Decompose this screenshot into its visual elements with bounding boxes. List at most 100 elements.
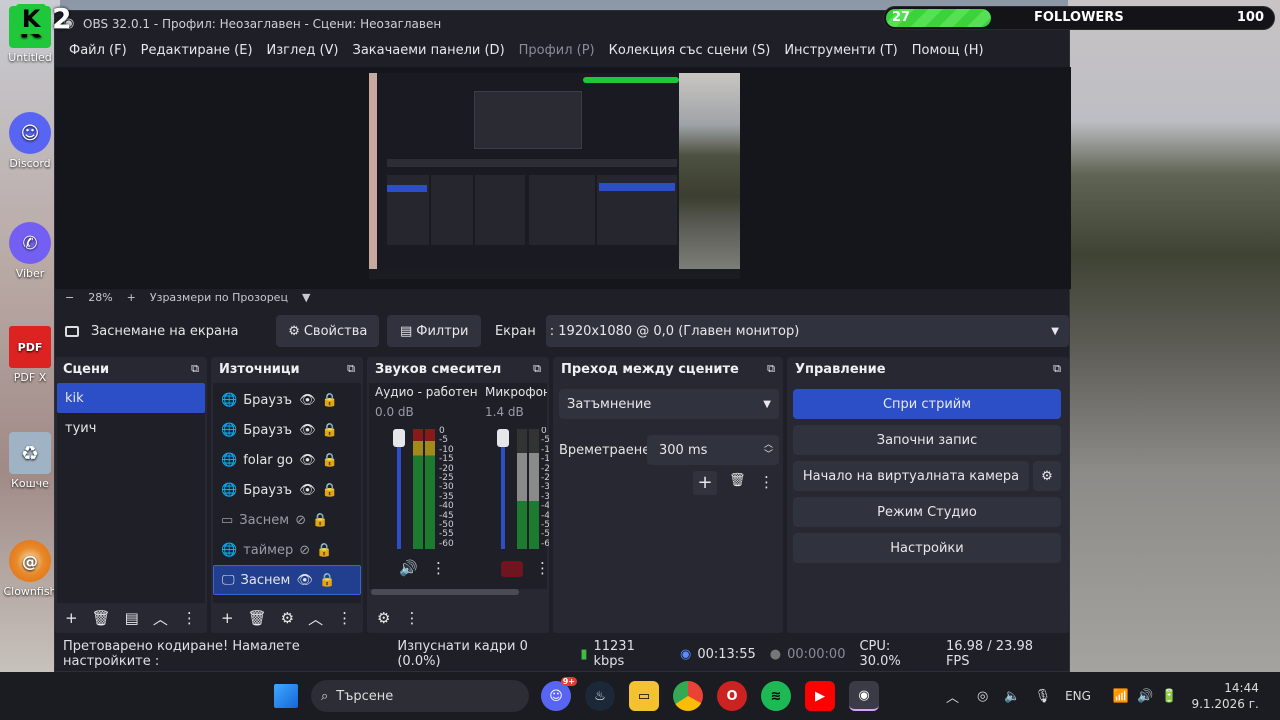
lock-icon[interactable]: 🔒 bbox=[316, 543, 332, 558]
scene-filters-icon[interactable]: ▤ bbox=[125, 609, 139, 627]
transition-select[interactable]: Затъмнение ▼ bbox=[559, 389, 779, 419]
preview-canvas[interactable] bbox=[55, 67, 1071, 289]
desktop-icon-clownfish[interactable]: @ Clownfish bbox=[3, 540, 57, 598]
start-record-button[interactable]: Започни запис bbox=[793, 425, 1061, 455]
advanced-audio-icon[interactable]: ⚙ bbox=[377, 609, 390, 627]
lock-icon[interactable]: 🔒 bbox=[322, 453, 338, 468]
studio-mode-button[interactable]: Режим Студио bbox=[793, 497, 1061, 527]
lock-icon[interactable]: 🔒 bbox=[322, 393, 338, 408]
source-item[interactable]: 🌐 folar go 👁 🔒 bbox=[213, 445, 361, 475]
mixer-scrollbar[interactable] bbox=[371, 589, 519, 595]
eye-icon[interactable]: 👁 bbox=[299, 453, 316, 468]
add-source-button[interactable]: + bbox=[221, 609, 234, 627]
move-up-icon[interactable]: ︿ bbox=[308, 608, 323, 629]
windows-start-icon[interactable] bbox=[274, 684, 298, 708]
add-scene-button[interactable]: + bbox=[65, 609, 78, 627]
slider-handle[interactable] bbox=[393, 429, 405, 447]
language[interactable]: ENG bbox=[1065, 689, 1091, 703]
chrome-icon[interactable] bbox=[673, 681, 703, 711]
slider-handle[interactable] bbox=[497, 429, 509, 447]
eye-icon[interactable]: 👁 bbox=[297, 573, 314, 588]
more-icon[interactable]: ⋮ bbox=[759, 473, 774, 491]
youtube-icon[interactable]: ▶ bbox=[805, 681, 835, 711]
spotify-icon[interactable]: ≋ bbox=[761, 681, 791, 711]
source-item[interactable]: 🌐Браузър👁🔒 bbox=[213, 385, 361, 415]
more-icon[interactable]: ⋮ bbox=[182, 609, 197, 627]
trash-icon[interactable]: 🗑 bbox=[729, 473, 746, 488]
screen-select[interactable]: : 1920x1080 @ 0,0 (Главен монитор) ▼ bbox=[545, 315, 1069, 347]
add-transition-button[interactable]: + bbox=[693, 471, 717, 495]
volume-slider[interactable] bbox=[397, 429, 401, 549]
stop-stream-button[interactable]: Спри стрийм bbox=[793, 389, 1061, 419]
zoom-out-button[interactable]: − bbox=[65, 291, 74, 304]
eye-icon[interactable]: 👁 bbox=[299, 393, 316, 408]
search-box[interactable]: ⌕ Търсене bbox=[311, 680, 529, 712]
speaker-icon[interactable]: 🔊 bbox=[1137, 689, 1153, 704]
lock-icon[interactable]: 🔒 bbox=[319, 573, 335, 588]
undock-icon[interactable]: ⧉ bbox=[347, 362, 355, 376]
more-icon[interactable]: ⋮ bbox=[404, 609, 419, 627]
eye-icon[interactable]: 👁 bbox=[299, 483, 316, 498]
battery-icon[interactable]: 🔋 bbox=[1161, 689, 1177, 704]
menu-docks[interactable]: Закачаеми панели (D) bbox=[345, 41, 511, 63]
undock-icon[interactable]: ⧉ bbox=[191, 362, 199, 376]
source-item[interactable]: 🌐Браузър👁🔒 bbox=[213, 415, 361, 445]
zoom-dropdown-icon[interactable]: ▼ bbox=[302, 291, 310, 304]
trash-icon[interactable]: 🗑 bbox=[92, 609, 111, 627]
mic-icon[interactable]: 🎙 bbox=[1035, 689, 1052, 704]
undock-icon[interactable]: ⧉ bbox=[533, 362, 541, 376]
menu-scene-collection[interactable]: Колекция със сцени (S) bbox=[602, 41, 778, 63]
desktop-icon-recycle[interactable]: ♻ Кошче bbox=[3, 432, 57, 490]
volume-icon[interactable]: 🔈 bbox=[1004, 689, 1020, 704]
headset-icon[interactable]: ◎ bbox=[977, 689, 988, 704]
fit-to-window[interactable]: Узразмери по Прозорец bbox=[150, 291, 288, 304]
source-item[interactable]: 🌐 таймер ⊘ 🔒 bbox=[213, 535, 361, 565]
source-item[interactable]: 🖵 Заснем 👁 🔒 bbox=[213, 565, 361, 595]
scene-item[interactable]: kik bbox=[57, 383, 205, 413]
scene-item[interactable]: туич bbox=[57, 413, 205, 443]
menu-edit[interactable]: Редактиране (E) bbox=[134, 41, 260, 63]
eye-hidden-icon[interactable]: ⊘ bbox=[295, 513, 306, 528]
virtual-camera-settings[interactable]: ⚙ bbox=[1033, 461, 1061, 491]
properties-button[interactable]: ⚙ Свойства bbox=[276, 315, 380, 347]
settings-button[interactable]: Настройки bbox=[793, 533, 1061, 563]
menu-help[interactable]: Помощ (H) bbox=[905, 41, 991, 63]
source-item[interactable]: 🌐Браузър👁🔒 bbox=[213, 475, 361, 505]
more-icon[interactable]: ⋮ bbox=[431, 559, 446, 577]
more-icon[interactable]: ⋮ bbox=[337, 609, 352, 627]
lock-icon[interactable]: 🔒 bbox=[322, 423, 338, 438]
eye-hidden-icon[interactable]: ⊘ bbox=[299, 543, 310, 558]
move-up-icon[interactable]: ︿ bbox=[153, 608, 168, 629]
eye-icon[interactable]: 👁 bbox=[299, 423, 316, 438]
virtual-camera-button[interactable]: Начало на виртуалната камера bbox=[793, 461, 1029, 491]
desktop-icon-viber[interactable]: ✆ Viber bbox=[3, 222, 57, 280]
menu-tools[interactable]: Инструменти (T) bbox=[777, 41, 904, 63]
opera-icon[interactable]: O bbox=[717, 681, 747, 711]
trash-icon[interactable]: 🗑 bbox=[248, 609, 267, 627]
more-icon[interactable]: ⋮ bbox=[535, 559, 550, 577]
undock-icon[interactable]: ⧉ bbox=[1053, 362, 1061, 376]
menu-view[interactable]: Изглед (V) bbox=[260, 41, 346, 63]
discord-taskbar-icon[interactable]: ☺ 9+ bbox=[541, 677, 577, 711]
zoom-in-button[interactable]: + bbox=[127, 291, 136, 304]
lock-icon[interactable]: 🔒 bbox=[322, 483, 338, 498]
source-item[interactable]: ▭ Заснем ⊘ 🔒 bbox=[213, 505, 361, 535]
filters-button[interactable]: ▤ Филтри bbox=[387, 315, 481, 347]
obs-taskbar-icon[interactable]: ◉ bbox=[849, 681, 879, 711]
gear-icon[interactable]: ⚙ bbox=[281, 609, 294, 627]
lock-icon[interactable]: 🔒 bbox=[312, 513, 328, 528]
duration-field[interactable]: 300 ms ︿ ﹀ bbox=[647, 435, 779, 465]
clock[interactable]: 14:44 9.1.2026 г. bbox=[1191, 680, 1258, 712]
undock-icon[interactable]: ⧉ bbox=[767, 362, 775, 376]
speaker-icon[interactable]: 🔊 bbox=[399, 559, 418, 577]
volume-slider[interactable] bbox=[501, 429, 505, 549]
desktop-icon-discord[interactable]: ☺ Discord bbox=[3, 112, 57, 170]
menu-file[interactable]: Файл (F) bbox=[62, 41, 134, 63]
mic-muted-icon[interactable] bbox=[501, 561, 523, 577]
wifi-icon[interactable]: 📶 bbox=[1113, 689, 1129, 704]
tray-overflow-icon[interactable]: ︿ bbox=[946, 687, 959, 706]
stepper-icon[interactable]: ︿ ﹀ bbox=[764, 440, 773, 460]
file-explorer-icon[interactable]: ▭ bbox=[629, 681, 659, 711]
steam-icon[interactable]: ♨ bbox=[585, 681, 615, 711]
desktop-icon-pdf[interactable]: PDF PDF X bbox=[3, 326, 57, 384]
